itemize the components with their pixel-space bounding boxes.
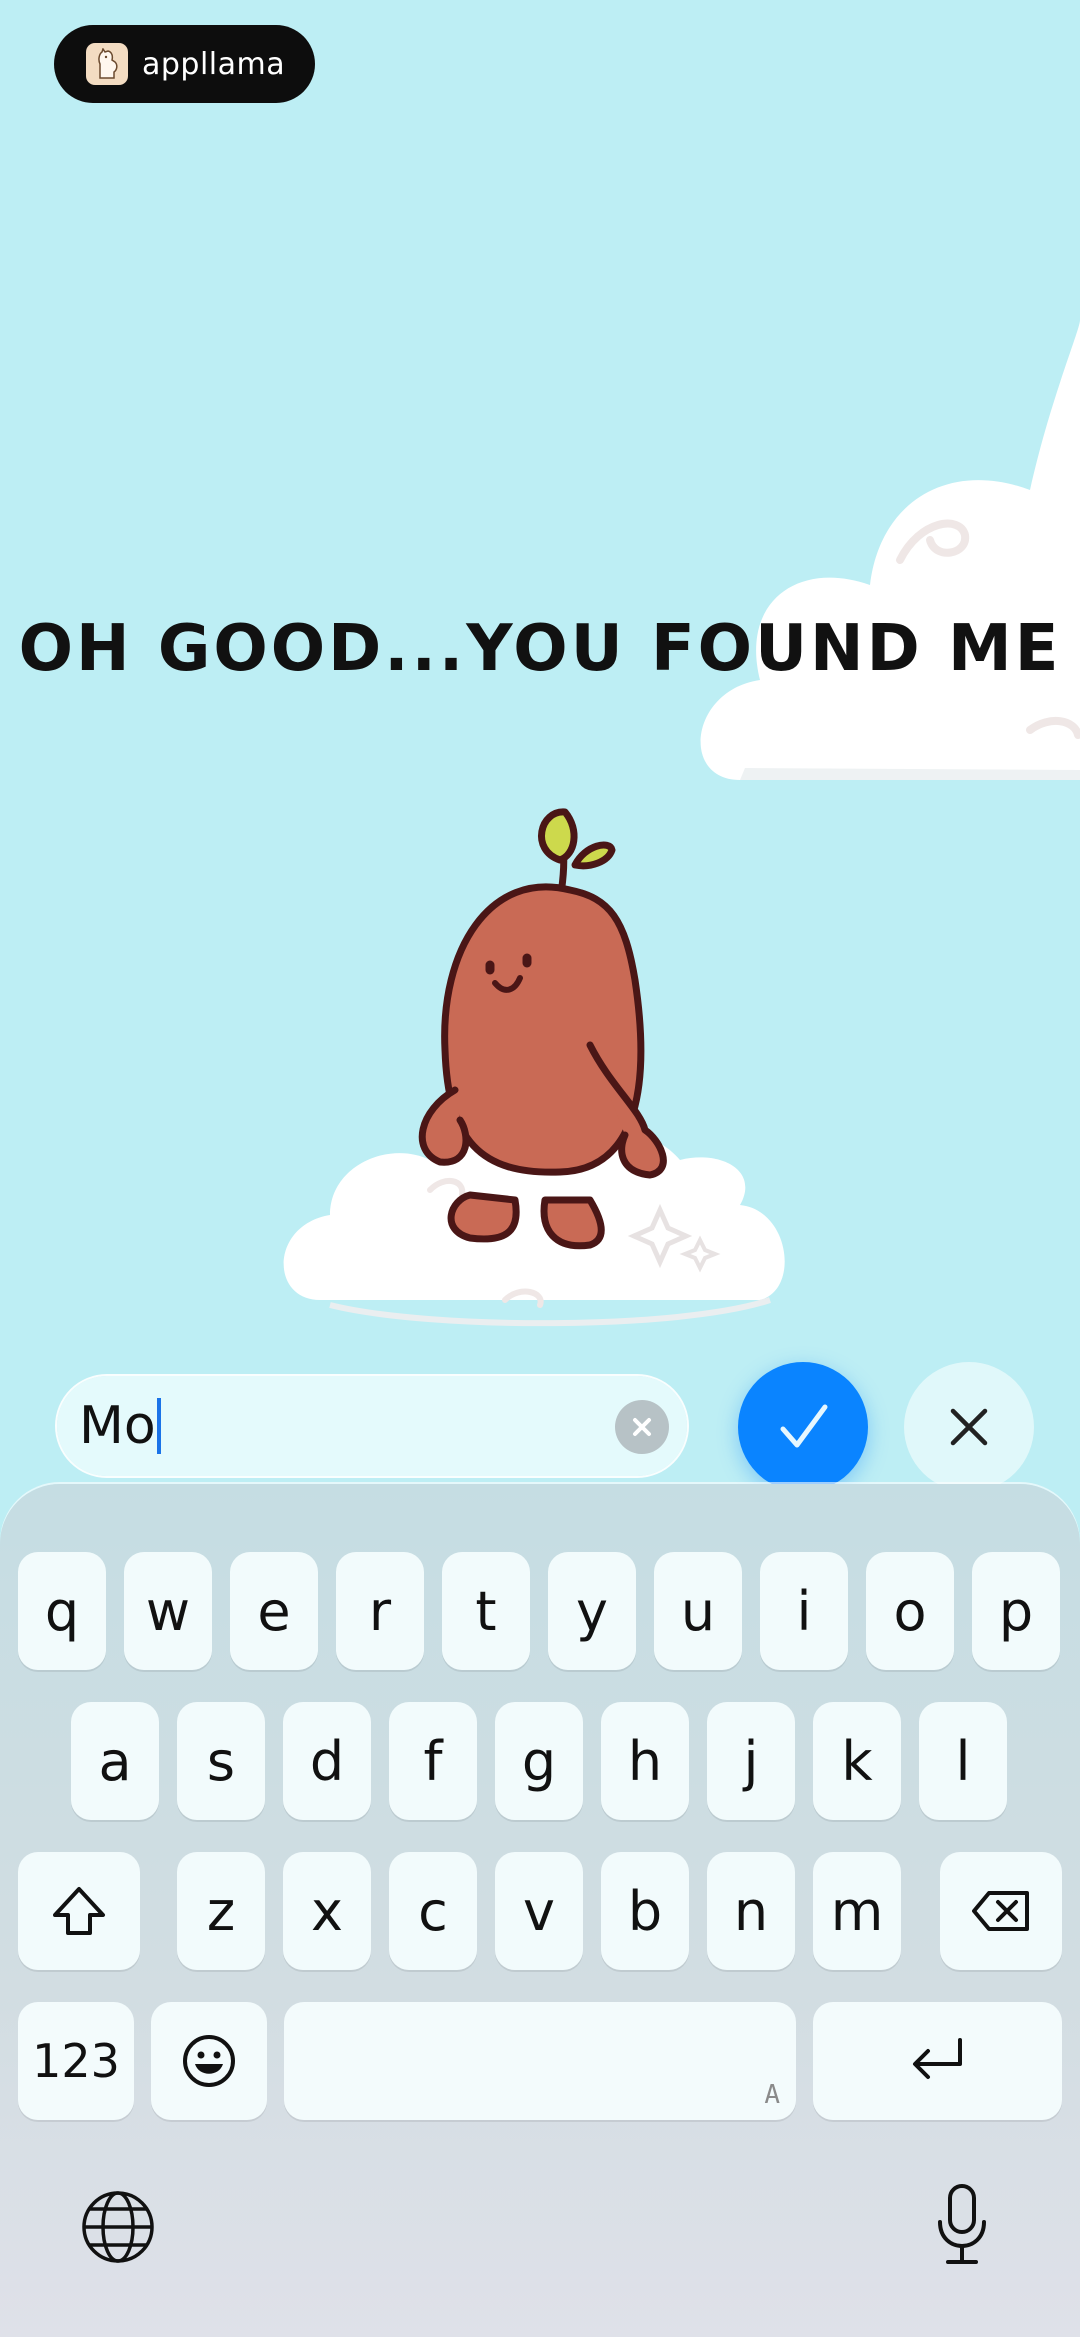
key-i[interactable]: i: [760, 1552, 848, 1670]
emoji-icon: [183, 2035, 235, 2087]
microphone-button[interactable]: [922, 2179, 1002, 2269]
return-key[interactable]: [813, 2002, 1062, 2120]
brand-name: appllama: [142, 46, 286, 82]
large-cloud: [700, 320, 1080, 780]
key-e[interactable]: e: [230, 1552, 318, 1670]
key-r[interactable]: r: [336, 1552, 424, 1670]
llama-icon: [86, 43, 128, 85]
key-a[interactable]: a: [71, 1702, 159, 1820]
clear-icon[interactable]: [615, 1400, 669, 1454]
key-v[interactable]: v: [495, 1852, 583, 1970]
key-d[interactable]: d: [283, 1702, 371, 1820]
numbers-key[interactable]: 123: [18, 2002, 134, 2120]
cancel-button[interactable]: [904, 1362, 1034, 1492]
page-headline: OH GOOD...YOU FOUND ME: [18, 612, 1062, 686]
key-p[interactable]: p: [972, 1552, 1060, 1670]
key-f[interactable]: f: [389, 1702, 477, 1820]
checkmark-icon: [780, 1404, 828, 1448]
key-c[interactable]: c: [389, 1852, 477, 1970]
key-g[interactable]: g: [495, 1702, 583, 1820]
app-badge: appllama: [54, 25, 315, 103]
key-k[interactable]: k: [813, 1702, 901, 1820]
key-z[interactable]: z: [177, 1852, 265, 1970]
key-m[interactable]: m: [813, 1852, 901, 1970]
key-n[interactable]: n: [707, 1852, 795, 1970]
emoji-key[interactable]: [151, 2002, 267, 2120]
globe-icon: [82, 2191, 154, 2263]
keyboard: q w e r t y u i o p a s d f g h j k l z …: [0, 1484, 1080, 2337]
key-q[interactable]: q: [18, 1552, 106, 1670]
close-icon: [950, 1408, 988, 1446]
shift-icon: [53, 1887, 105, 1935]
key-y[interactable]: y: [548, 1552, 636, 1670]
name-input[interactable]: Mo: [57, 1376, 687, 1476]
delete-key[interactable]: [940, 1852, 1062, 1970]
key-s[interactable]: s: [177, 1702, 265, 1820]
key-x[interactable]: x: [283, 1852, 371, 1970]
space-key[interactable]: A: [284, 2002, 796, 2120]
backspace-icon: [972, 1891, 1029, 1931]
key-w[interactable]: w: [124, 1552, 212, 1670]
key-h[interactable]: h: [601, 1702, 689, 1820]
return-icon: [912, 2038, 962, 2079]
shift-key[interactable]: [18, 1852, 140, 1970]
key-o[interactable]: o: [866, 1552, 954, 1670]
text-cursor: [156, 1398, 161, 1454]
globe-button[interactable]: [78, 2187, 158, 2267]
microphone-icon: [938, 2184, 986, 2264]
key-u[interactable]: u: [654, 1552, 742, 1670]
space-hint: A: [764, 2080, 780, 2110]
confirm-button[interactable]: [738, 1362, 868, 1492]
key-t[interactable]: t: [442, 1552, 530, 1670]
input-value: Mo: [79, 1396, 156, 1456]
key-l[interactable]: l: [919, 1702, 1007, 1820]
name-input-row: Mo: [44, 1362, 1044, 1492]
key-b[interactable]: b: [601, 1852, 689, 1970]
key-j[interactable]: j: [707, 1702, 795, 1820]
